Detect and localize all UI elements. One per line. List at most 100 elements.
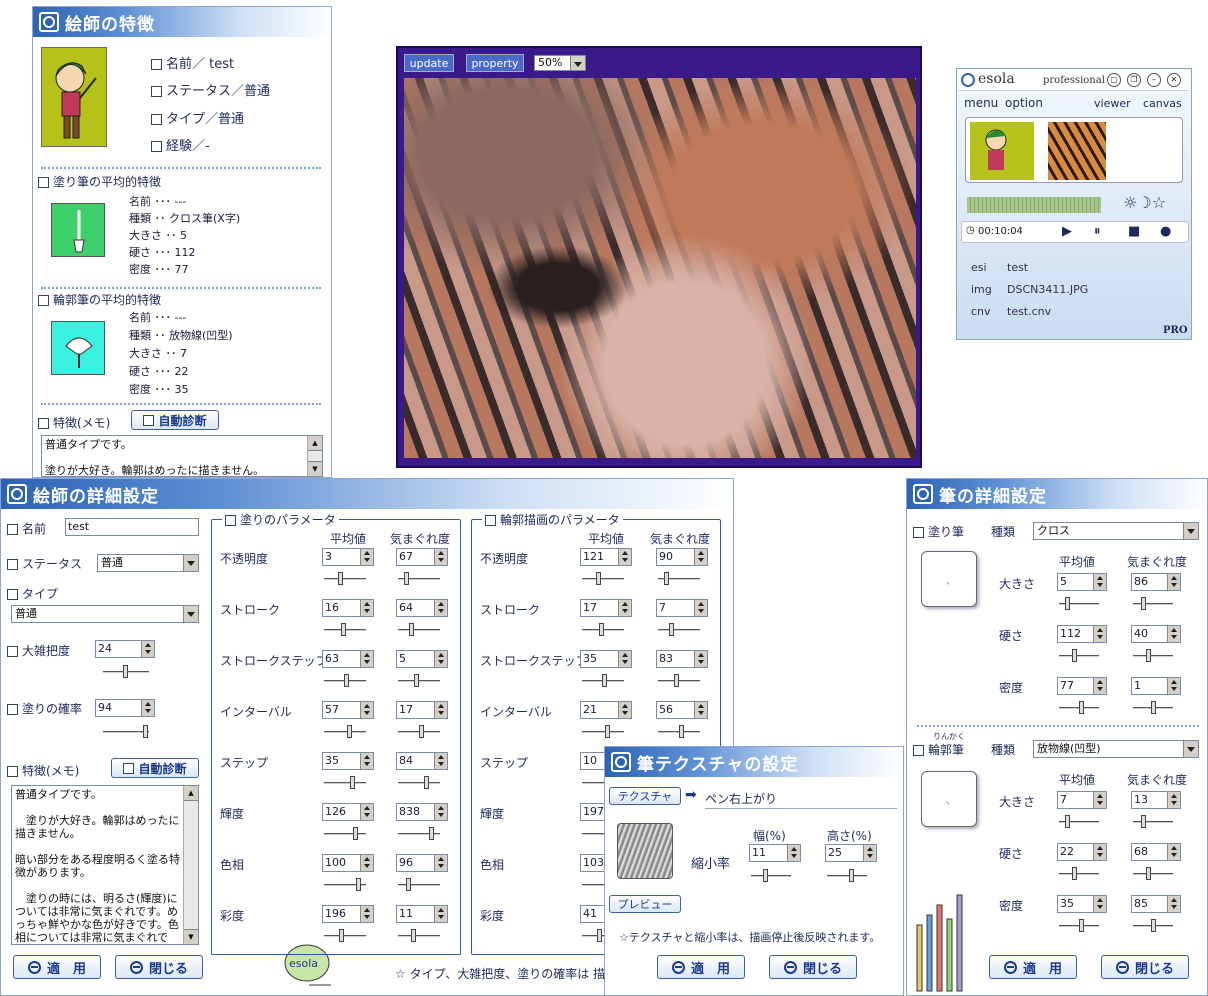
- brush-avg-spinner[interactable]: 22: [1057, 843, 1107, 861]
- param-avg-spinner[interactable]: 121: [580, 548, 632, 566]
- brush-whim-slider[interactable]: [1133, 815, 1173, 828]
- slider-thumb[interactable]: [424, 776, 429, 789]
- spin-arrows-icon[interactable]: [618, 651, 631, 667]
- slider-thumb[interactable]: [596, 572, 601, 585]
- width-slider[interactable]: [751, 869, 791, 882]
- viewer-link[interactable]: viewer: [1094, 97, 1131, 110]
- outline-brush-checkbox[interactable]: [913, 745, 924, 756]
- param-avg-spinner[interactable]: 3: [322, 548, 374, 566]
- param-avg-spinner[interactable]: 17: [580, 599, 632, 617]
- slider-thumb[interactable]: [350, 776, 355, 789]
- outline-brush-header[interactable]: 輪郭筆の平均的特徴: [38, 291, 161, 308]
- memo-checkbox[interactable]: [7, 766, 18, 777]
- param-whim-slider[interactable]: [398, 878, 440, 891]
- minimize-icon[interactable]: –: [1147, 73, 1161, 87]
- rough-label[interactable]: 大雑把度: [7, 642, 70, 659]
- param-whim-spinner[interactable]: 17: [396, 701, 448, 719]
- param-whim-slider[interactable]: [658, 623, 700, 636]
- slider-thumb[interactable]: [664, 572, 669, 585]
- slider-thumb[interactable]: [1141, 815, 1146, 828]
- slider-thumb[interactable]: [1072, 867, 1077, 880]
- param-avg-slider[interactable]: [324, 878, 366, 891]
- status-checkbox[interactable]: [151, 86, 162, 97]
- pause-icon[interactable]: ⏸: [1094, 224, 1101, 239]
- apply-button[interactable]: 適 用: [657, 955, 745, 979]
- slider-thumb[interactable]: [419, 725, 424, 738]
- spin-arrows-icon[interactable]: [360, 753, 373, 769]
- slider-thumb[interactable]: [356, 878, 361, 891]
- spin-arrows-icon[interactable]: [694, 702, 707, 718]
- texture-titlebar[interactable]: 筆テクスチャの設定: [605, 747, 903, 777]
- auto-diagnose-button[interactable]: 自動診断: [111, 758, 199, 778]
- param-avg-spinner[interactable]: 126: [322, 803, 374, 821]
- slider-thumb[interactable]: [1079, 701, 1084, 714]
- slider-thumb[interactable]: [429, 827, 434, 840]
- spin-arrows-icon[interactable]: [360, 600, 373, 616]
- paint-rate-checkbox[interactable]: [7, 704, 18, 715]
- param-avg-slider[interactable]: [324, 725, 366, 738]
- spin-arrows-icon[interactable]: [618, 600, 631, 616]
- slider-thumb[interactable]: [353, 827, 358, 840]
- slider-thumb[interactable]: [404, 572, 409, 585]
- brush-whim-spinner[interactable]: 40: [1131, 625, 1181, 643]
- param-whim-spinner[interactable]: 7: [656, 599, 708, 617]
- memo-textarea[interactable]: 普通タイプです。 塗りが大好き。輪郭はめったに描きません。 暗い部分をある程度明…: [11, 785, 199, 945]
- paint-rate-label[interactable]: 塗りの確率: [7, 700, 82, 717]
- brush-avg-spinner[interactable]: 35: [1057, 895, 1107, 913]
- paint-params-title[interactable]: 塗りのパラメータ: [222, 511, 339, 528]
- detail-titlebar[interactable]: 絵師の詳細設定: [1, 479, 733, 509]
- status-select[interactable]: 普通: [97, 554, 199, 572]
- slider-thumb[interactable]: [338, 572, 343, 585]
- height-slider[interactable]: [827, 869, 867, 882]
- param-avg-slider[interactable]: [582, 572, 624, 585]
- spin-arrows-icon[interactable]: [618, 549, 631, 565]
- slider-thumb[interactable]: [599, 623, 604, 636]
- painted-canvas[interactable]: [404, 78, 916, 458]
- spin-arrows-icon[interactable]: [1167, 896, 1180, 912]
- detail-memo-label[interactable]: 特徴(メモ): [7, 762, 79, 779]
- param-whim-spinner[interactable]: 67: [396, 548, 448, 566]
- param-avg-slider[interactable]: [324, 776, 366, 789]
- paint-rate-slider[interactable]: [103, 725, 149, 738]
- slider-thumb[interactable]: [1141, 597, 1146, 610]
- param-whim-slider[interactable]: [658, 725, 700, 738]
- outline-params-title[interactable]: 輪郭描画のパラメータ: [482, 511, 623, 528]
- brush-avg-spinner[interactable]: 77: [1057, 677, 1107, 695]
- param-avg-slider[interactable]: [324, 623, 366, 636]
- preview-button[interactable]: プレビュー: [609, 895, 681, 913]
- slider-thumb[interactable]: [679, 725, 684, 738]
- spin-arrows-icon[interactable]: [360, 702, 373, 718]
- param-whim-spinner[interactable]: 83: [656, 650, 708, 668]
- slider-thumb[interactable]: [1065, 815, 1070, 828]
- exp-checkbox[interactable]: [151, 141, 162, 152]
- record-icon[interactable]: ●: [1160, 224, 1171, 239]
- param-avg-spinner[interactable]: 21: [580, 701, 632, 719]
- param-whim-slider[interactable]: [398, 725, 440, 738]
- param-avg-spinner[interactable]: 196: [322, 905, 374, 923]
- brush-avg-spinner[interactable]: 7: [1057, 791, 1107, 809]
- canvas-link[interactable]: canvas: [1143, 97, 1182, 110]
- slider-thumb[interactable]: [341, 623, 346, 636]
- spin-arrows-icon[interactable]: [863, 845, 876, 861]
- spin-arrows-icon[interactable]: [1093, 574, 1106, 590]
- brush-whim-spinner[interactable]: 68: [1131, 843, 1181, 861]
- spin-arrows-icon[interactable]: [360, 651, 373, 667]
- rough-checkbox[interactable]: [7, 646, 18, 657]
- spin-arrows-icon[interactable]: [694, 651, 707, 667]
- brush-avg-slider[interactable]: [1059, 815, 1099, 828]
- brush-avg-spinner[interactable]: 5: [1057, 573, 1107, 591]
- param-avg-spinner[interactable]: 16: [322, 599, 374, 617]
- slider-thumb[interactable]: [1151, 701, 1156, 714]
- spin-arrows-icon[interactable]: [360, 549, 373, 565]
- type-select[interactable]: 普通: [11, 605, 199, 623]
- param-whim-spinner[interactable]: 96: [396, 854, 448, 872]
- brush-whim-slider[interactable]: [1133, 597, 1173, 610]
- spin-arrows-icon[interactable]: [360, 906, 373, 922]
- param-avg-slider[interactable]: [582, 674, 624, 687]
- param-whim-slider[interactable]: [658, 572, 700, 585]
- close-button[interactable]: 閉じる: [1101, 955, 1189, 979]
- profile-titlebar[interactable]: 絵師の特徴: [33, 7, 331, 37]
- param-avg-spinner[interactable]: 57: [322, 701, 374, 719]
- option-link[interactable]: option: [1005, 96, 1043, 110]
- slider-thumb[interactable]: [849, 869, 854, 882]
